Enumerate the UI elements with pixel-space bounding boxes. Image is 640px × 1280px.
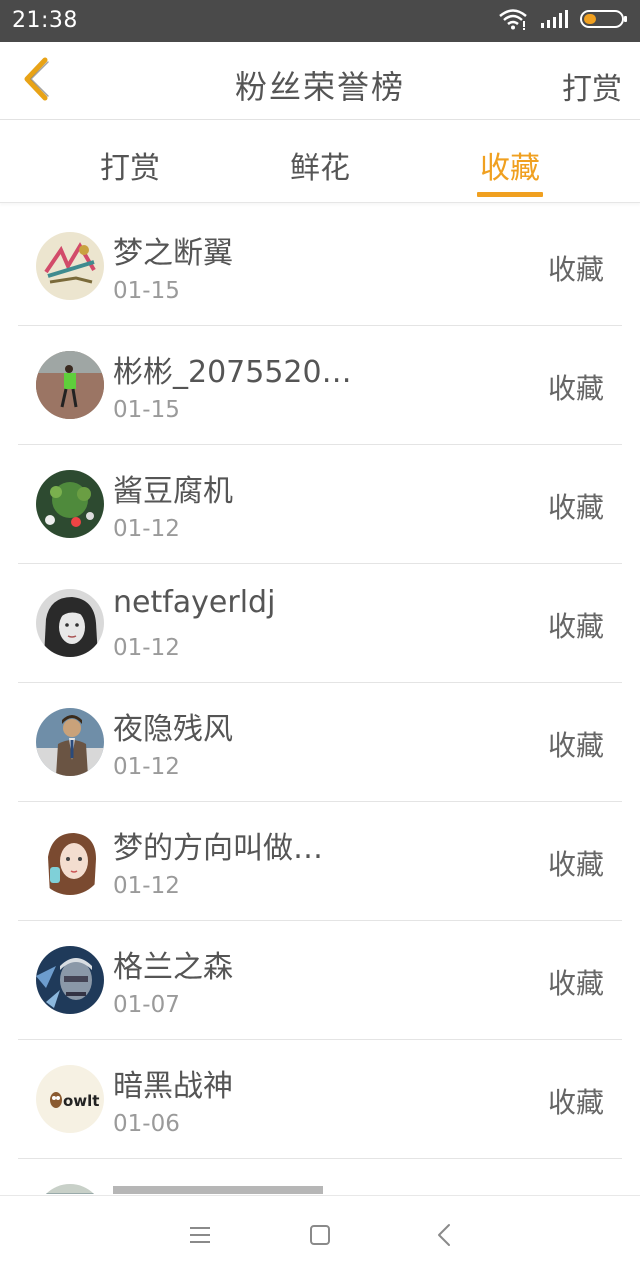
status-time: 21:38: [12, 8, 78, 33]
fan-list: 梦之断翼 01-15 收藏 彬彬_2075520… 01-15 收藏 酱豆腐机 …: [0, 206, 640, 1194]
favorite-label: 收藏: [547, 372, 604, 405]
date-label: 01-12: [113, 873, 180, 899]
avatar: [36, 708, 104, 776]
date-label: 01-15: [113, 397, 180, 423]
date-label: 01-06: [113, 1111, 180, 1137]
battery-icon: [580, 9, 628, 33]
partial-name-text: [113, 1186, 323, 1194]
user-name: 酱豆腐机: [113, 474, 233, 509]
home-button[interactable]: [300, 1222, 340, 1252]
list-item[interactable]: 格兰之森 01-07 收藏: [0, 920, 640, 1040]
signal-icon: [540, 9, 568, 33]
date-label: 01-15: [113, 278, 180, 304]
avatar: [36, 1184, 104, 1194]
avatar: [36, 232, 104, 300]
favorite-label: 收藏: [547, 253, 604, 286]
nav-back-button[interactable]: [424, 1222, 464, 1252]
favorite-label: 收藏: [547, 729, 604, 762]
list-item[interactable]: 酱豆腐机 01-12 收藏: [0, 444, 640, 564]
list-item[interactable]: owlt 暗黑战神 01-06 收藏: [0, 1039, 640, 1159]
user-name: 格兰之森: [113, 950, 233, 985]
owlt-logo-text: owlt: [63, 1092, 99, 1110]
status-bar: 21:38: [0, 0, 640, 42]
user-name: 梦的方向叫做…: [113, 831, 323, 866]
date-label: 01-12: [113, 516, 180, 542]
date-label: 01-12: [113, 635, 180, 661]
menu-icon: [188, 1225, 212, 1249]
avatar: [36, 827, 104, 895]
favorite-label: 收藏: [547, 967, 604, 1000]
wifi-icon: [498, 8, 528, 34]
page-title: 粉丝荣誉榜: [234, 68, 405, 106]
status-icons: [498, 9, 628, 33]
menu-button[interactable]: [180, 1222, 220, 1252]
tab-reward[interactable]: 打赏: [60, 143, 200, 187]
favorite-label: 收藏: [547, 491, 604, 524]
active-tab-indicator: [477, 192, 543, 197]
user-name: 暗黑战神: [113, 1069, 233, 1104]
user-name: 夜隐残风: [113, 712, 233, 747]
list-item[interactable]: netfayerldj 01-12 收藏: [0, 563, 640, 683]
user-name: 彬彬_2075520…: [113, 355, 352, 390]
avatar: [36, 946, 104, 1014]
list-item-partial[interactable]: [0, 1158, 640, 1194]
favorite-label: 收藏: [547, 848, 604, 881]
favorite-label: 收藏: [547, 610, 604, 643]
user-name: netfayerldj: [113, 585, 276, 620]
list-item[interactable]: 夜隐残风 01-12 收藏: [0, 682, 640, 802]
list-item[interactable]: 彬彬_2075520… 01-15 收藏: [0, 325, 640, 445]
favorite-label: 收藏: [547, 1086, 604, 1119]
list-item[interactable]: 梦的方向叫做… 01-12 收藏: [0, 801, 640, 921]
system-nav-bar: [0, 1195, 640, 1280]
avatar: [36, 470, 104, 538]
header: 粉丝荣誉榜 打赏: [0, 42, 640, 120]
avatar: owlt: [36, 1065, 104, 1133]
avatar: [36, 589, 104, 657]
tab-favorites[interactable]: 收藏: [440, 143, 580, 187]
date-label: 01-12: [113, 754, 180, 780]
home-square-icon: [308, 1223, 332, 1251]
reward-button[interactable]: 打赏: [562, 64, 622, 108]
list-item[interactable]: 梦之断翼 01-15 收藏: [0, 206, 640, 326]
avatar: [36, 351, 104, 419]
back-triangle-icon: [434, 1222, 454, 1252]
date-label: 01-07: [113, 992, 180, 1018]
tab-bar: 打赏 鲜花 收藏: [0, 121, 640, 203]
user-name: 梦之断翼: [113, 236, 233, 271]
tab-flowers[interactable]: 鲜花: [250, 143, 390, 187]
